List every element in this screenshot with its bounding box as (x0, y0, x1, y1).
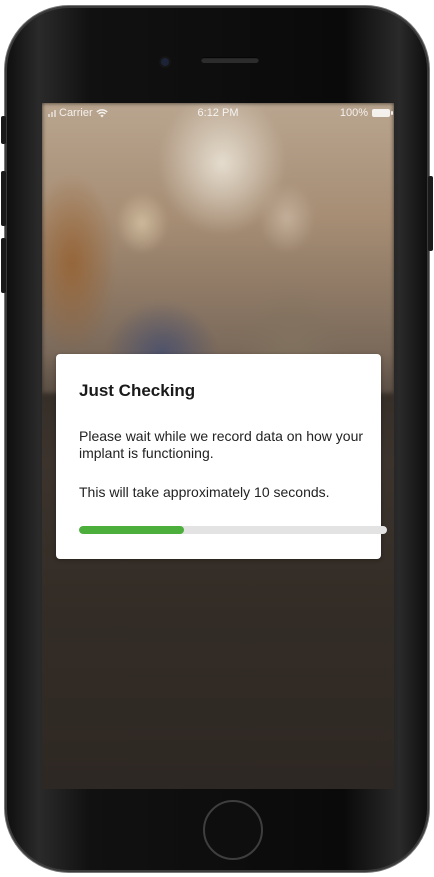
dialog-title: Just Checking (79, 381, 196, 400)
battery-icon (372, 109, 393, 117)
front-camera (161, 58, 169, 66)
status-right: 100% (339, 103, 393, 123)
phone-screen: Carrier 6:12 PM 100% Just Checking Pleas… (42, 103, 394, 789)
progress-bar (79, 526, 387, 534)
status-bar: Carrier 6:12 PM 100% (42, 103, 394, 123)
dialog-message: Please wait while we record data on how … (79, 428, 364, 461)
battery-percent: 100% (339, 107, 368, 119)
earpiece-speaker (201, 57, 259, 63)
checking-dialog: Just Checking Please wait while we recor… (56, 354, 387, 559)
volume-up-button (1, 171, 6, 226)
dialog-duration-note: This will take approximately 10 seconds. (79, 484, 330, 500)
volume-down-button (1, 238, 6, 293)
power-button (428, 176, 433, 251)
mute-switch (1, 116, 6, 144)
background-photo (42, 103, 394, 393)
home-button[interactable] (203, 800, 263, 860)
progress-fill (79, 526, 184, 534)
